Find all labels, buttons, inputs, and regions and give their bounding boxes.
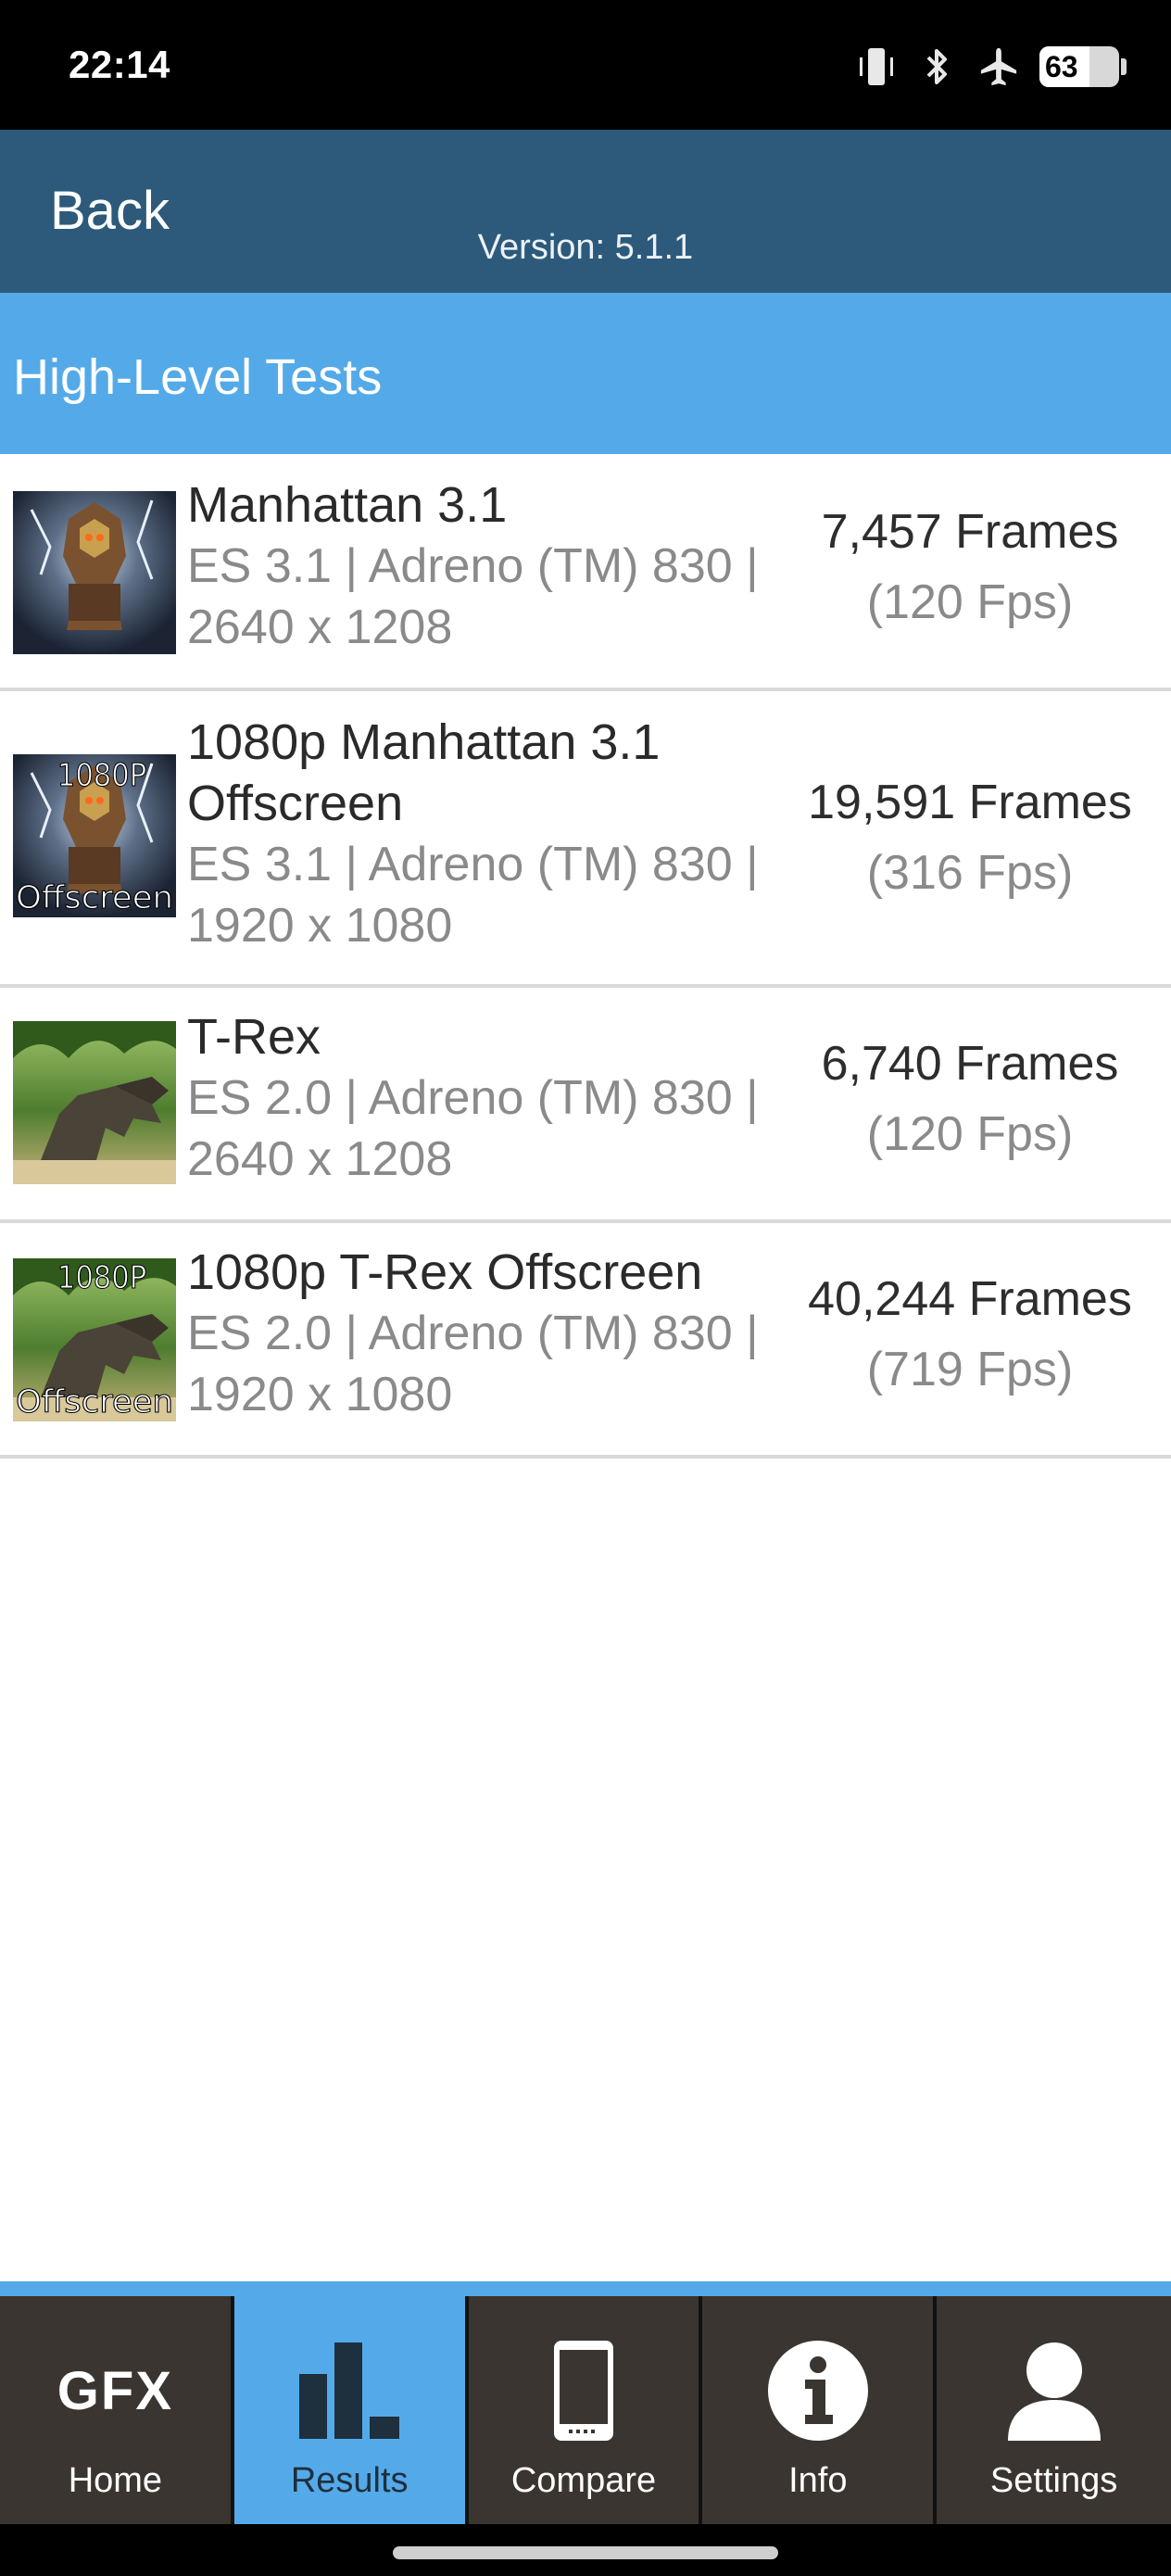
test-frames: 6,740 Frames bbox=[821, 1037, 1119, 1091]
tab-compare[interactable]: Compare bbox=[468, 2296, 703, 2524]
test-fps: (316 Fps) bbox=[866, 846, 1074, 900]
tab-label: Compare bbox=[510, 2461, 657, 2500]
test-info: 1080p T-Rex Offscreen ES 2.0 | Adreno (T… bbox=[187, 1242, 780, 1425]
tabbar-accent-line bbox=[0, 2281, 1171, 2296]
test-score: 6,740 Frames (120 Fps) bbox=[769, 1029, 1171, 1169]
vibrate-icon bbox=[856, 44, 897, 89]
test-score: 40,244 Frames (719 Fps) bbox=[769, 1264, 1171, 1405]
tab-settings[interactable]: Settings bbox=[937, 2296, 1171, 2524]
test-info: 1080p Manhattan 3.1 Offscreen ES 3.1 | A… bbox=[187, 712, 780, 956]
phone-icon bbox=[469, 2337, 699, 2444]
bar-chart-icon bbox=[234, 2337, 465, 2444]
gfx-logo-text: GFX bbox=[57, 2360, 174, 2421]
test-name: Manhattan 3.1 bbox=[187, 477, 508, 533]
test-frames: 40,244 Frames bbox=[808, 1272, 1132, 1326]
tab-results[interactable]: Results bbox=[233, 2296, 469, 2524]
airplane-mode-icon bbox=[978, 44, 1019, 89]
test-fps: (719 Fps) bbox=[866, 1343, 1074, 1396]
tab-label: Home bbox=[68, 2461, 163, 2500]
thumb-badge-offscreen: Offscreen bbox=[16, 879, 173, 916]
home-gesture-handle[interactable] bbox=[393, 2546, 778, 2559]
test-row[interactable]: 1080P Offscreen 1080p Manhattan 3.1 Offs… bbox=[0, 691, 1171, 988]
app-header: Back Version: 5.1.1 bbox=[0, 130, 1171, 293]
battery-icon: 63 bbox=[1039, 46, 1119, 87]
tab-label: Results bbox=[290, 2461, 409, 2500]
test-frames: 7,457 Frames bbox=[821, 505, 1119, 559]
test-score: 7,457 Frames (120 Fps) bbox=[769, 497, 1171, 638]
test-info: Manhattan 3.1 ES 3.1 | Adreno (TM) 830 |… bbox=[187, 474, 780, 658]
status-bar: 22:14 63 bbox=[0, 0, 1171, 130]
test-info: T-Rex ES 2.0 | Adreno (TM) 830 | 2640 x … bbox=[187, 1006, 780, 1190]
test-row[interactable]: T-Rex ES 2.0 | Adreno (TM) 830 | 2640 x … bbox=[0, 988, 1171, 1223]
test-fps: (120 Fps) bbox=[866, 1107, 1074, 1161]
test-thumbnail: 1080P Offscreen bbox=[13, 754, 176, 917]
system-nav-bar bbox=[0, 2524, 1171, 2576]
test-row[interactable]: 1080P Offscreen 1080p T-Rex Offscreen ES… bbox=[0, 1223, 1171, 1458]
thumb-badge-resolution: 1080P bbox=[57, 1259, 146, 1296]
test-frames: 19,591 Frames bbox=[808, 776, 1132, 829]
test-name: T-Rex bbox=[187, 1009, 321, 1065]
test-details: ES 2.0 | Adreno (TM) 830 | 1920 x 1080 bbox=[187, 1307, 759, 1421]
thumb-badge-resolution: 1080P bbox=[57, 757, 146, 794]
gfx-logo-icon: GFX bbox=[0, 2337, 231, 2444]
test-fps: (120 Fps) bbox=[866, 575, 1074, 629]
tab-home[interactable]: GFX Home bbox=[0, 2296, 234, 2524]
test-name: 1080p Manhattan 3.1 Offscreen bbox=[187, 714, 661, 831]
test-details: ES 2.0 | Adreno (TM) 830 | 2640 x 1208 bbox=[187, 1071, 759, 1186]
test-results-list: Manhattan 3.1 ES 3.1 | Adreno (TM) 830 |… bbox=[0, 454, 1171, 1458]
test-details: ES 3.1 | Adreno (TM) 830 | 1920 x 1080 bbox=[187, 838, 759, 953]
test-score: 19,591 Frames (316 Fps) bbox=[769, 767, 1171, 908]
battery-tip bbox=[1121, 58, 1127, 75]
test-thumbnail bbox=[13, 491, 176, 654]
bluetooth-icon bbox=[917, 44, 958, 89]
tab-label: Settings bbox=[989, 2461, 1118, 2500]
version-label: Version: 5.1.1 bbox=[477, 228, 694, 267]
section-title: High-Level Tests bbox=[13, 349, 383, 405]
info-icon bbox=[702, 2337, 933, 2444]
user-icon bbox=[937, 2337, 1171, 2444]
test-name: 1080p T-Rex Offscreen bbox=[187, 1244, 703, 1300]
test-details: ES 3.1 | Adreno (TM) 830 | 2640 x 1208 bbox=[187, 539, 759, 654]
test-row[interactable]: Manhattan 3.1 ES 3.1 | Adreno (TM) 830 |… bbox=[0, 454, 1171, 691]
bottom-tab-bar: GFX Home Results Compare Info Settings bbox=[0, 2296, 1171, 2524]
status-time: 22:14 bbox=[69, 43, 170, 86]
test-thumbnail bbox=[13, 1021, 176, 1184]
tab-info[interactable]: Info bbox=[702, 2296, 938, 2524]
thumb-badge-offscreen: Offscreen bbox=[16, 1383, 173, 1421]
status-icons: 63 bbox=[856, 43, 1127, 91]
section-header: High-Level Tests bbox=[0, 293, 1171, 454]
battery-level: 63 bbox=[1045, 49, 1078, 83]
tab-label: Info bbox=[788, 2461, 848, 2500]
test-thumbnail: 1080P Offscreen bbox=[13, 1258, 176, 1421]
